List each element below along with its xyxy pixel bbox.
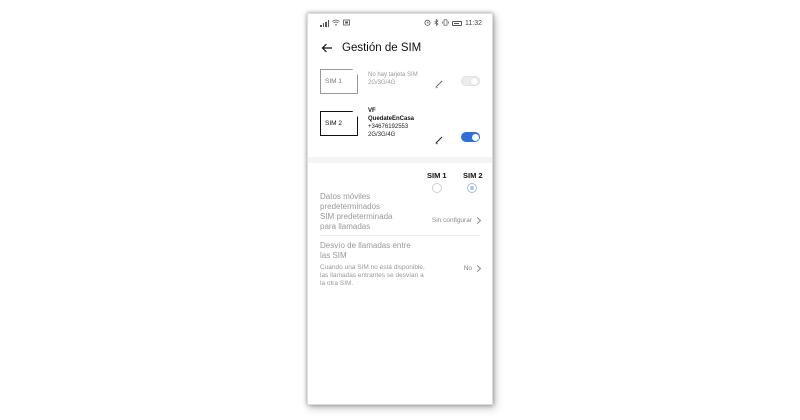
status-bar: 11:32: [320, 18, 482, 29]
pencil-icon: [435, 136, 443, 145]
sim2-network: 2G/3G/4G: [368, 132, 396, 138]
page-title: Gestión de SIM: [342, 42, 422, 54]
pencil-icon: [435, 80, 443, 89]
section-divider: [308, 157, 492, 163]
alarm-icon: [424, 19, 431, 28]
sim1-toggle[interactable]: [461, 76, 480, 86]
phone-screen: 11:32 Gestión de SIM SIM 1 No hay tarjet…: [307, 13, 493, 405]
call-forwarding-value-text: No: [463, 265, 472, 272]
default-data-sim1-radio[interactable]: [432, 183, 442, 193]
sim1-card-label: SIM 1: [325, 78, 342, 85]
bluetooth-icon: [434, 18, 439, 28]
battery-icon: [452, 21, 462, 26]
sim2-row: SIM 2 VF QuedateEnCasa +34676192553 2G/3…: [320, 107, 480, 151]
chevron-right-icon: [473, 216, 482, 225]
sim2-number: +34676192553: [368, 124, 409, 130]
back-button[interactable]: [320, 41, 334, 55]
chevron-right-icon: [473, 264, 482, 273]
sim2-toggle[interactable]: [461, 132, 480, 142]
sim1-card-icon: SIM 1: [320, 69, 358, 94]
column-sim1: SIM 1: [427, 171, 447, 180]
sim1-row: SIM 1 No hay tarjeta SIM 2G/3G/4G: [320, 69, 480, 97]
sim2-info: VF QuedateEnCasa +34676192553 2G/3G/4G: [368, 107, 414, 139]
status-time: 11:32: [465, 20, 482, 27]
column-sim2: SIM 2: [463, 171, 483, 180]
sim1-network: 2G/3G/4G: [368, 80, 396, 86]
default-data-sim2-radio[interactable]: [467, 183, 477, 193]
sim1-info: No hay tarjeta SIM 2G/3G/4G: [368, 71, 418, 87]
screenshot-icon: [343, 19, 350, 28]
sim2-operator-name: QuedateEnCasa: [368, 116, 415, 122]
default-calls-value[interactable]: Sin configurar: [431, 216, 482, 225]
call-forwarding-label[interactable]: Desvío de llamadas entre las SIM: [320, 241, 420, 261]
sim1-edit-button[interactable]: [434, 76, 444, 89]
call-forwarding-description: Cuando una SIM no está disponible, las l…: [320, 264, 425, 287]
default-data-label: Datos móviles predeterminados: [320, 192, 381, 211]
arrow-left-icon: [321, 43, 332, 53]
vibrate-icon: [442, 19, 449, 28]
sim2-edit-button[interactable]: [434, 132, 444, 145]
default-calls-value-text: Sin configurar: [431, 217, 472, 224]
call-forwarding-value[interactable]: No: [463, 264, 482, 273]
signal-icon: [320, 20, 329, 27]
sim1-status: No hay tarjeta SIM: [368, 72, 418, 78]
sim2-card-label: SIM 2: [325, 120, 342, 127]
default-calls-label[interactable]: SIM predeterminada para llamadas: [320, 212, 410, 232]
row-divider: [320, 235, 480, 236]
app-header: Gestión de SIM: [320, 38, 421, 58]
sim2-card-icon: SIM 2: [320, 111, 358, 136]
sim2-carrier: VF: [368, 108, 376, 114]
wifi-icon: [332, 19, 340, 28]
